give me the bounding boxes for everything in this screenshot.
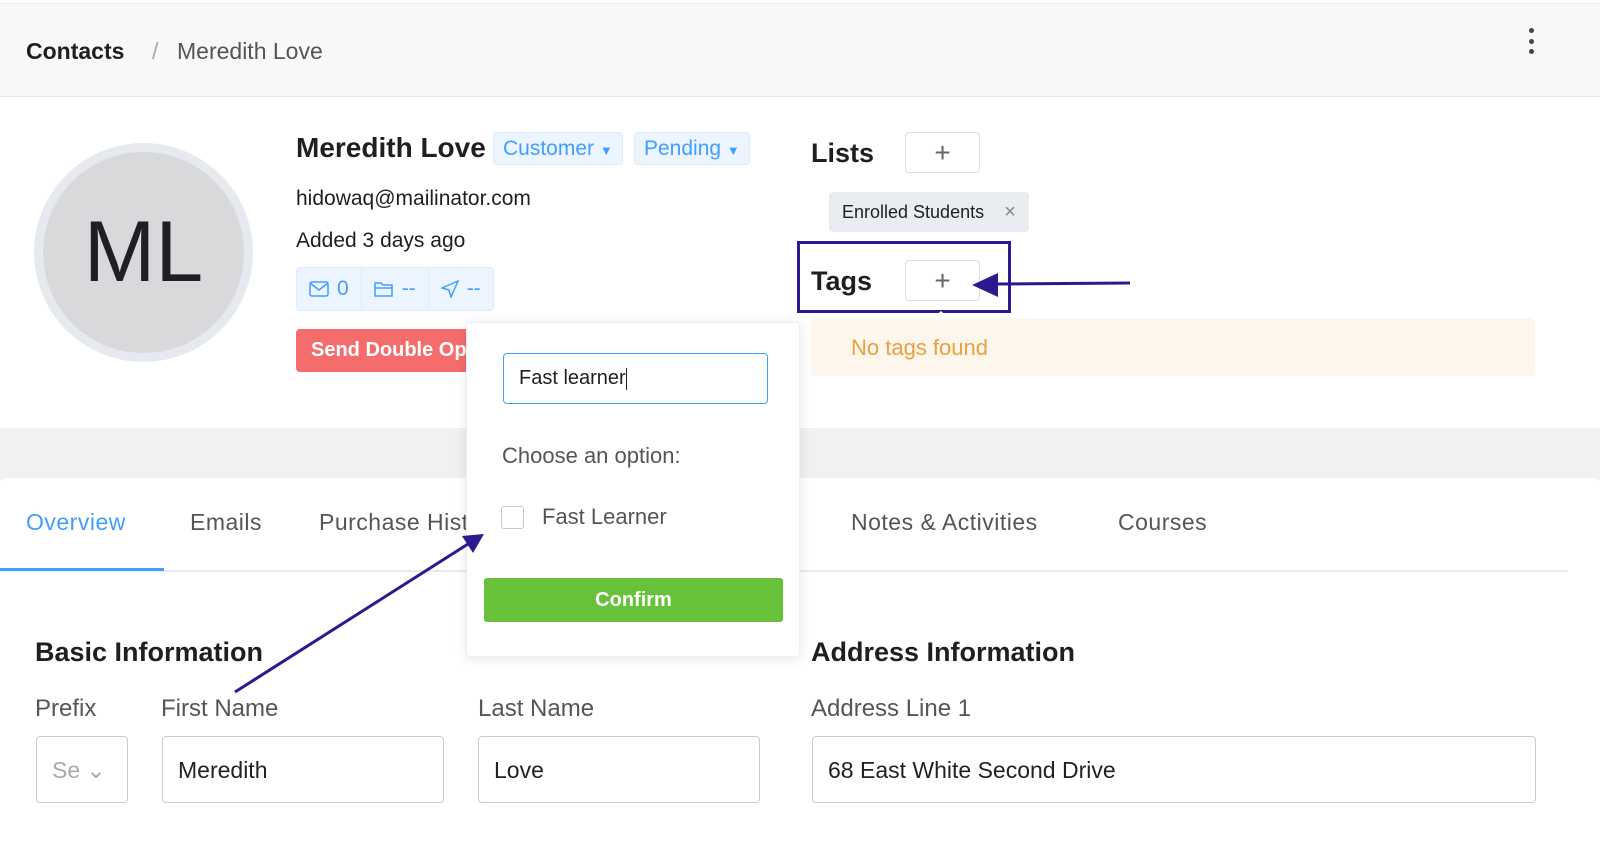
contact-type-dropdown[interactable]: Customer ▼ (493, 132, 623, 165)
chevron-down-icon: ⌄ (86, 757, 106, 783)
lists-title: Lists (811, 138, 875, 168)
send-icon (440, 280, 459, 298)
caret-down-icon: ▼ (726, 143, 740, 158)
annotation-highlight-box (797, 241, 1011, 313)
tag-option-label: Fast Learner (542, 504, 667, 529)
tab-notes-activities[interactable]: Notes & Activities (851, 509, 1038, 536)
tag-option[interactable]: Fast Learner (501, 504, 667, 530)
breadcrumb-current: Meredith Love (177, 38, 323, 64)
breadcrumb-contacts[interactable]: Contacts (26, 38, 124, 65)
last-name-input[interactable]: Love (478, 736, 760, 803)
contact-added: Added 3 days ago (296, 229, 466, 252)
folder-stat[interactable]: -- (362, 268, 429, 310)
checkbox[interactable] (501, 505, 524, 529)
tag-popover: Fast learner Choose an option: Fast Lear… (466, 322, 800, 657)
tab-emails[interactable]: Emails (190, 509, 262, 536)
tag-search-input[interactable]: Fast learner (503, 353, 768, 404)
contact-name: Meredith Love (296, 132, 486, 163)
address-info-title: Address Information (811, 637, 1076, 667)
folder-count: -- (401, 277, 416, 300)
list-chip: Enrolled Students × (829, 192, 1029, 232)
sent-count: -- (466, 277, 481, 300)
choose-option-label: Choose an option: (502, 443, 681, 468)
tab-courses[interactable]: Courses (1118, 509, 1207, 536)
popover-caret (932, 311, 950, 319)
address-line1-label: Address Line 1 (811, 695, 972, 722)
page-header: Contacts / Meredith Love (0, 3, 1600, 97)
avatar: ML (34, 143, 253, 362)
contact-stats: 0 -- -- (296, 267, 494, 311)
sent-stat[interactable]: -- (429, 268, 493, 310)
last-name-label: Last Name (478, 695, 595, 722)
caret-down-icon: ▼ (599, 143, 613, 158)
contact-status-dropdown[interactable]: Pending ▼ (634, 132, 750, 165)
contact-type-label: Customer (503, 137, 595, 160)
close-icon[interactable]: × (1004, 201, 1016, 224)
breadcrumb-separator: / (152, 38, 159, 64)
basic-info-title: Basic Information (35, 637, 264, 667)
active-tab-indicator (0, 568, 164, 571)
no-tags-message: No tags found (811, 318, 1535, 376)
emails-stat[interactable]: 0 (297, 268, 362, 310)
tag-search-value: Fast learner (519, 367, 626, 389)
contact-email: hidowaq@mailinator.com (296, 187, 531, 210)
text-cursor (625, 367, 627, 390)
first-name-label: First Name (161, 695, 279, 722)
tab-overview[interactable]: Overview (26, 509, 126, 536)
list-chip-label: Enrolled Students (842, 201, 985, 222)
prefix-placeholder: Select (52, 757, 80, 783)
more-options-icon[interactable] (1525, 28, 1537, 54)
envelope-icon (309, 281, 329, 297)
send-double-optin-button[interactable]: Send Double Opt-in Email (296, 329, 476, 372)
address-line1-input[interactable]: 68 East White Second Drive (812, 736, 1536, 803)
first-name-input[interactable]: Meredith (162, 736, 444, 803)
emails-count: 0 (337, 277, 349, 300)
add-list-button[interactable]: + (905, 132, 980, 173)
prefix-select[interactable]: Select ⌄ (36, 736, 128, 803)
prefix-label: Prefix (35, 695, 97, 722)
folder-icon (373, 282, 393, 297)
confirm-button[interactable]: Confirm (484, 578, 783, 622)
contact-status-label: Pending (644, 137, 722, 160)
